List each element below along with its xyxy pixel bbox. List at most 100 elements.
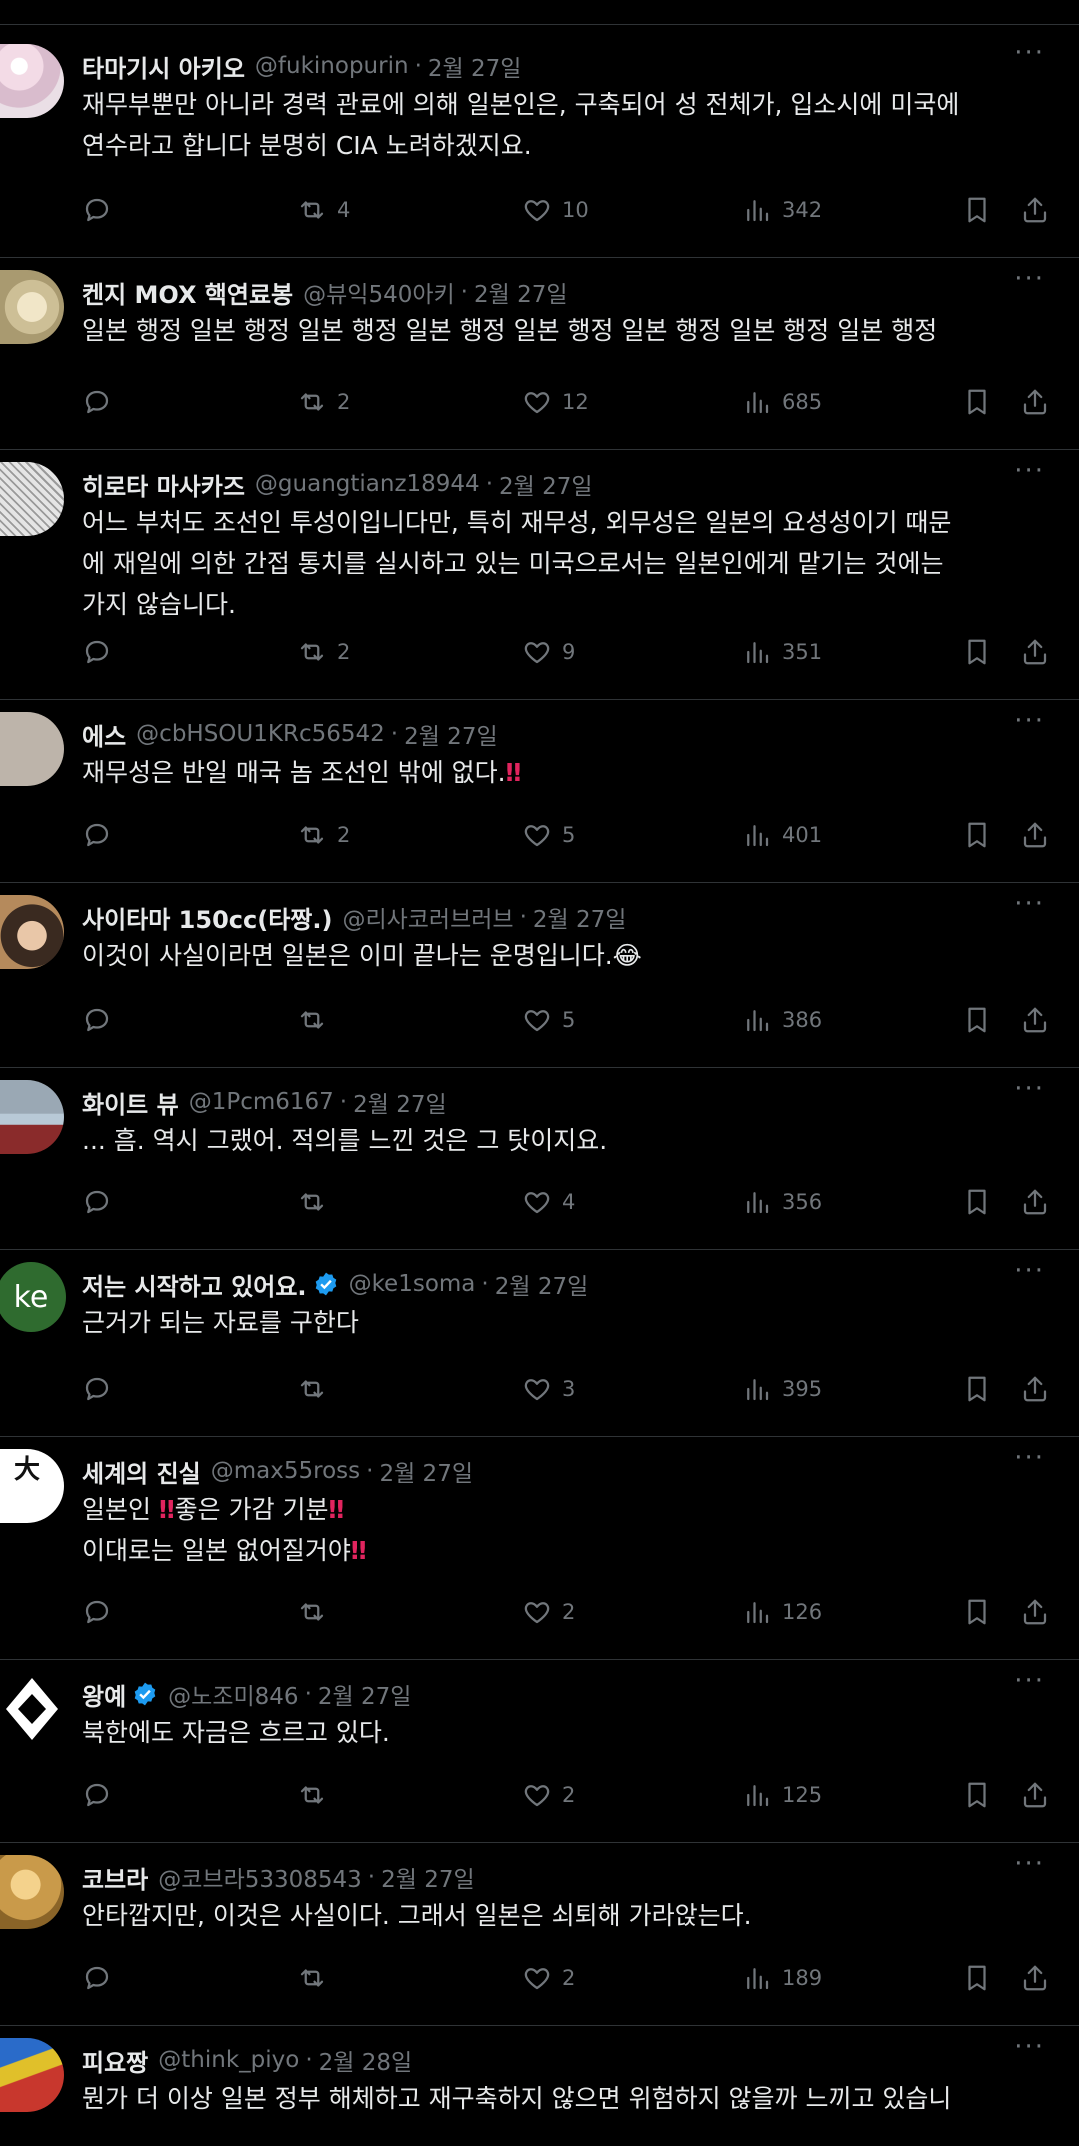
- display-name[interactable]: 에스: [82, 717, 126, 752]
- avatar[interactable]: [0, 895, 64, 969]
- like-button[interactable]: 9: [522, 632, 575, 672]
- views-button[interactable]: 189: [742, 1958, 822, 1998]
- reply-button[interactable]: [82, 1592, 122, 1632]
- reply-button[interactable]: [82, 1369, 122, 1409]
- like-button[interactable]: 2: [522, 1592, 575, 1632]
- timestamp[interactable]: 2월 27일: [495, 1267, 589, 1301]
- reply-button[interactable]: [82, 1958, 122, 1998]
- share-button[interactable]: [1020, 1369, 1050, 1409]
- reply-button[interactable]: [82, 1000, 122, 1040]
- display-name[interactable]: 피요짱: [82, 2043, 148, 2078]
- more-icon[interactable]: ···: [1014, 1256, 1045, 1286]
- display-name[interactable]: 왕예: [82, 1677, 126, 1712]
- retweet-button[interactable]: 4: [297, 190, 350, 230]
- reply-button[interactable]: [82, 190, 122, 230]
- like-button[interactable]: 5: [522, 815, 575, 855]
- reply-button[interactable]: [82, 382, 122, 422]
- timestamp[interactable]: 2월 27일: [353, 1085, 447, 1119]
- bookmark-button[interactable]: [962, 1592, 992, 1632]
- handle[interactable]: @1Pcm6167: [189, 1089, 334, 1115]
- retweet-button[interactable]: [297, 1182, 337, 1222]
- tweet[interactable]: 코브라 @코브라53308543 · 2월 27일 ··· 안타깝지만, 이것은 사실이다…: [0, 1843, 1079, 2026]
- more-icon[interactable]: ···: [1014, 1074, 1045, 1104]
- avatar[interactable]: [0, 712, 64, 786]
- more-icon[interactable]: ···: [1014, 1666, 1045, 1696]
- retweet-button[interactable]: 2: [297, 632, 350, 672]
- tweet[interactable]: 에스 @cbHSOU1KRc56542 · 2월 27일 ··· 재무성은 반일 매국 놈…: [0, 700, 1079, 883]
- bookmark-button[interactable]: [962, 1182, 992, 1222]
- handle[interactable]: @cbHSOU1KRc56542: [136, 721, 385, 747]
- retweet-button[interactable]: [297, 1369, 337, 1409]
- share-button[interactable]: [1020, 1182, 1050, 1222]
- views-button[interactable]: 395: [742, 1369, 822, 1409]
- handle[interactable]: @코브라53308543: [158, 1860, 362, 1894]
- timestamp[interactable]: 2월 27일: [474, 275, 568, 309]
- retweet-button[interactable]: [297, 1000, 337, 1040]
- share-button[interactable]: [1020, 382, 1050, 422]
- tweet[interactable]: 大 세계의 진실 @max55ross · 2월 27일 ··· 일본인 ‼좋은 가감 기분…: [0, 1437, 1079, 1660]
- avatar[interactable]: 大: [0, 1449, 64, 1523]
- timestamp[interactable]: 2월 27일: [428, 49, 522, 83]
- display-name[interactable]: 사이타마 150cc(타짱.): [82, 900, 332, 935]
- bookmark-button[interactable]: [962, 1775, 992, 1815]
- timestamp[interactable]: 2월 27일: [533, 900, 627, 934]
- timestamp[interactable]: 2월 28일: [319, 2043, 413, 2077]
- display-name[interactable]: 히로타 마사카즈: [82, 467, 245, 502]
- views-button[interactable]: 342: [742, 190, 822, 230]
- retweet-button[interactable]: 2: [297, 815, 350, 855]
- display-name[interactable]: 저는 시작하고 있어요.: [82, 1267, 307, 1302]
- retweet-button[interactable]: [297, 1775, 337, 1815]
- tweet[interactable]: 화이트 뷰 @1Pcm6167 · 2월 27일 ··· ... 흠. 역시 그랬어. 적…: [0, 1068, 1079, 1250]
- more-icon[interactable]: ···: [1014, 2032, 1045, 2062]
- reply-button[interactable]: [82, 1182, 122, 1222]
- handle[interactable]: @fukinopurin: [255, 53, 409, 79]
- retweet-button[interactable]: [297, 1592, 337, 1632]
- handle[interactable]: @ke1soma: [349, 1271, 476, 1297]
- display-name[interactable]: 코브라: [82, 1860, 148, 1895]
- views-button[interactable]: 356: [742, 1182, 822, 1222]
- tweet[interactable]: 타마기시 아키오 @fukinopurin · 2월 27일 ··· 재무부뿐만 아니라 …: [0, 32, 1079, 258]
- views-button[interactable]: 351: [742, 632, 822, 672]
- like-button[interactable]: 5: [522, 1000, 575, 1040]
- like-button[interactable]: 2: [522, 1958, 575, 1998]
- more-icon[interactable]: ···: [1014, 1849, 1045, 1879]
- timestamp[interactable]: 2월 27일: [379, 1454, 473, 1488]
- more-icon[interactable]: ···: [1014, 456, 1045, 486]
- avatar[interactable]: ke: [0, 1262, 66, 1332]
- share-button[interactable]: [1020, 190, 1050, 230]
- share-button[interactable]: [1020, 1592, 1050, 1632]
- avatar[interactable]: [0, 1080, 64, 1154]
- display-name[interactable]: 화이트 뷰: [82, 1085, 179, 1120]
- views-button[interactable]: 125: [742, 1775, 822, 1815]
- reply-button[interactable]: [82, 1775, 122, 1815]
- avatar[interactable]: [0, 44, 64, 118]
- share-button[interactable]: [1020, 1775, 1050, 1815]
- timestamp[interactable]: 2월 27일: [499, 467, 593, 501]
- bookmark-button[interactable]: [962, 815, 992, 855]
- bookmark-button[interactable]: [962, 190, 992, 230]
- views-button[interactable]: 401: [742, 815, 822, 855]
- like-button[interactable]: 3: [522, 1369, 575, 1409]
- avatar[interactable]: [0, 1855, 64, 1929]
- retweet-button[interactable]: 2: [297, 382, 350, 422]
- timestamp[interactable]: 2월 27일: [381, 1860, 475, 1894]
- like-button[interactable]: 10: [522, 190, 589, 230]
- more-icon[interactable]: ···: [1014, 38, 1045, 68]
- views-button[interactable]: 685: [742, 382, 822, 422]
- tweet[interactable]: 피요짱 @think_piyo · 2월 28일 ··· 뭔가 더 이상 일본 정부 해체…: [0, 2026, 1079, 2146]
- more-icon[interactable]: ···: [1014, 889, 1045, 919]
- like-button[interactable]: 2: [522, 1775, 575, 1815]
- handle[interactable]: @뷰익540아키: [303, 275, 455, 309]
- tweet[interactable]: 왕예 @노조미846 · 2월 27일 ··· 북한에도 자금은 흐르고 있다. 2 125: [0, 1660, 1079, 1843]
- share-button[interactable]: [1020, 632, 1050, 672]
- retweet-button[interactable]: [297, 1958, 337, 1998]
- views-button[interactable]: 126: [742, 1592, 822, 1632]
- like-button[interactable]: 12: [522, 382, 589, 422]
- avatar[interactable]: [0, 2038, 64, 2112]
- views-button[interactable]: 386: [742, 1000, 822, 1040]
- reply-button[interactable]: [82, 815, 122, 855]
- handle[interactable]: @think_piyo: [158, 2047, 299, 2073]
- more-icon[interactable]: ···: [1014, 706, 1045, 736]
- bookmark-button[interactable]: [962, 632, 992, 672]
- display-name[interactable]: 세계의 진실: [82, 1454, 201, 1489]
